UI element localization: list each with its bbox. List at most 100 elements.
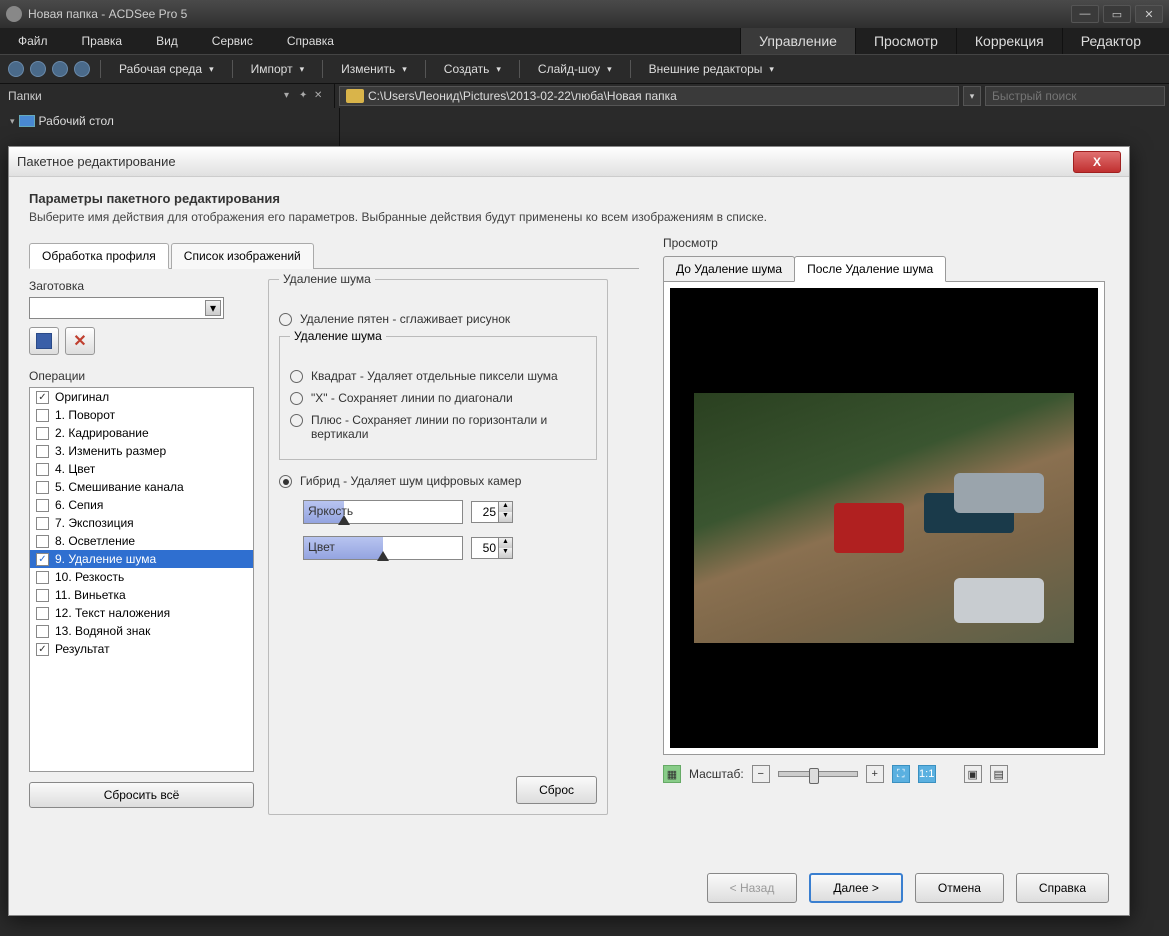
checkbox-icon[interactable]: ✓	[36, 553, 49, 566]
radio-x[interactable]: "X" - Сохраняет линии по диагонали	[290, 391, 586, 405]
preview-tab-after[interactable]: После Удаление шума	[794, 256, 946, 282]
brightness-spinner[interactable]: ▲▼	[471, 501, 513, 523]
op-item[interactable]: ✓9. Удаление шума	[30, 550, 253, 568]
toolbar-slideshow[interactable]: Слайд-шоу▾	[530, 60, 620, 78]
zoom-slider[interactable]	[778, 771, 858, 777]
op-item[interactable]: 10. Резкость	[30, 568, 253, 586]
minimize-button[interactable]: —	[1071, 5, 1099, 23]
checkbox-icon[interactable]	[36, 625, 49, 638]
help-button[interactable]: Справка	[1016, 873, 1109, 903]
preview-tab-before[interactable]: До Удаление шума	[663, 256, 795, 282]
tab-profile[interactable]: Обработка профиля	[29, 243, 169, 269]
pin-icon[interactable]: ✦	[299, 90, 311, 102]
brightness-slider[interactable]: Яркость	[303, 500, 463, 524]
dialog-close-button[interactable]: X	[1073, 151, 1121, 173]
cancel-button[interactable]: Отмена	[915, 873, 1004, 903]
preview-mode-icon[interactable]: ▦	[663, 765, 681, 783]
delete-preset-button[interactable]: ✕	[65, 327, 95, 355]
op-item-label: Оригинал	[55, 390, 109, 404]
nav-up-icon[interactable]	[52, 61, 68, 77]
quick-search-input[interactable]	[985, 86, 1165, 106]
nav-refresh-icon[interactable]	[74, 61, 90, 77]
mode-develop[interactable]: Коррекция	[956, 28, 1062, 54]
save-preset-button[interactable]	[29, 327, 59, 355]
chevron-down-icon[interactable]: ▾	[284, 90, 296, 102]
tree-expand-icon[interactable]: ▾	[10, 116, 15, 127]
color-spinner[interactable]: ▲▼	[471, 537, 513, 559]
toolbar-create[interactable]: Создать▾	[436, 60, 509, 78]
op-item[interactable]: 3. Изменить размер	[30, 442, 253, 460]
zoom-11-icon[interactable]: 1:1	[918, 765, 936, 783]
reset-all-button[interactable]: Сбросить всё	[29, 782, 254, 808]
op-item[interactable]: 12. Текст наложения	[30, 604, 253, 622]
checkbox-icon[interactable]	[36, 409, 49, 422]
op-item[interactable]: ✓Результат	[30, 640, 253, 658]
preview-tool2-icon[interactable]: ▤	[990, 765, 1008, 783]
next-button[interactable]: Далее >	[809, 873, 903, 903]
color-slider[interactable]: Цвет	[303, 536, 463, 560]
close-button[interactable]: ✕	[1135, 5, 1163, 23]
checkbox-icon[interactable]	[36, 463, 49, 476]
checkbox-icon[interactable]	[36, 445, 49, 458]
checkbox-icon[interactable]	[36, 481, 49, 494]
preview-image	[670, 288, 1098, 748]
preview-tool1-icon[interactable]: ▣	[964, 765, 982, 783]
path-dropdown-icon[interactable]: ▾	[963, 86, 981, 106]
dialog-title: Пакетное редактирование	[17, 154, 1073, 169]
reset-button[interactable]: Сброс	[516, 776, 597, 804]
checkbox-icon[interactable]	[36, 571, 49, 584]
checkbox-icon[interactable]	[36, 517, 49, 530]
maximize-button[interactable]: ▭	[1103, 5, 1131, 23]
menu-file[interactable]: Файл	[10, 32, 56, 50]
preset-combo[interactable]: ▾	[29, 297, 224, 319]
op-item[interactable]: 4. Цвет	[30, 460, 253, 478]
toolbar-import[interactable]: Импорт▾	[243, 60, 312, 78]
path-bar[interactable]: C:\Users\Леонид\Pictures\2013-02-22\люба…	[339, 86, 959, 106]
save-icon	[36, 333, 52, 349]
nav-forward-icon[interactable]	[30, 61, 46, 77]
op-item[interactable]: 8. Осветление	[30, 532, 253, 550]
op-item[interactable]: 7. Экспозиция	[30, 514, 253, 532]
op-item[interactable]: 5. Смешивание канала	[30, 478, 253, 496]
radio-square[interactable]: Квадрат - Удаляет отдельные пиксели шума	[290, 369, 586, 383]
mode-view[interactable]: Просмотр	[855, 28, 956, 54]
checkbox-icon[interactable]	[36, 427, 49, 440]
mode-edit[interactable]: Редактор	[1062, 28, 1159, 54]
menu-edit[interactable]: Правка	[74, 32, 131, 50]
zoom-label: Масштаб:	[689, 767, 744, 781]
mode-manage[interactable]: Управление	[740, 28, 855, 54]
zoom-fit-icon[interactable]: ⛶	[892, 765, 910, 783]
op-item[interactable]: 6. Сепия	[30, 496, 253, 514]
menu-help[interactable]: Справка	[279, 32, 342, 50]
op-item[interactable]: 11. Виньетка	[30, 586, 253, 604]
toolbar-modify[interactable]: Изменить▾	[333, 60, 415, 78]
nav-back-icon[interactable]	[8, 61, 24, 77]
op-item[interactable]: ✓ Оригинал	[30, 388, 253, 406]
checkbox-icon[interactable]	[36, 499, 49, 512]
op-item[interactable]: 13. Водяной знак	[30, 622, 253, 640]
checkbox-icon[interactable]	[36, 535, 49, 548]
menu-view[interactable]: Вид	[148, 32, 186, 50]
radio-hybrid[interactable]: Гибрид - Удаляет шум цифровых камер	[279, 474, 597, 488]
back-button[interactable]: < Назад	[707, 873, 798, 903]
noise-inner-label: Удаление шума	[290, 329, 386, 343]
checkbox-icon[interactable]	[36, 607, 49, 620]
op-item-label: 4. Цвет	[55, 462, 95, 476]
op-item[interactable]: 2. Кадрирование	[30, 424, 253, 442]
checkbox-icon[interactable]: ✓	[36, 391, 49, 404]
checkbox-icon[interactable]	[36, 589, 49, 602]
checkbox-icon[interactable]: ✓	[36, 643, 49, 656]
close-panel-icon[interactable]: ✕	[314, 90, 326, 102]
op-item[interactable]: 1. Поворот	[30, 406, 253, 424]
window-title: Новая папка - ACDSee Pro 5	[28, 7, 1071, 21]
toolbar-external[interactable]: Внешние редакторы▾	[641, 60, 782, 78]
radio-despeckle[interactable]: Удаление пятен - сглаживает рисунок	[279, 312, 597, 326]
menu-service[interactable]: Сервис	[204, 32, 261, 50]
tree-item-desktop[interactable]: ▾ Рабочий стол	[8, 112, 331, 130]
tab-images[interactable]: Список изображений	[171, 243, 314, 269]
op-item-label: 1. Поворот	[55, 408, 115, 422]
radio-plus[interactable]: Плюс - Сохраняет линии по горизонтали и …	[290, 413, 586, 441]
toolbar-workspace[interactable]: Рабочая среда▾	[111, 60, 222, 78]
zoom-in-icon[interactable]: +	[866, 765, 884, 783]
zoom-out-icon[interactable]: −	[752, 765, 770, 783]
